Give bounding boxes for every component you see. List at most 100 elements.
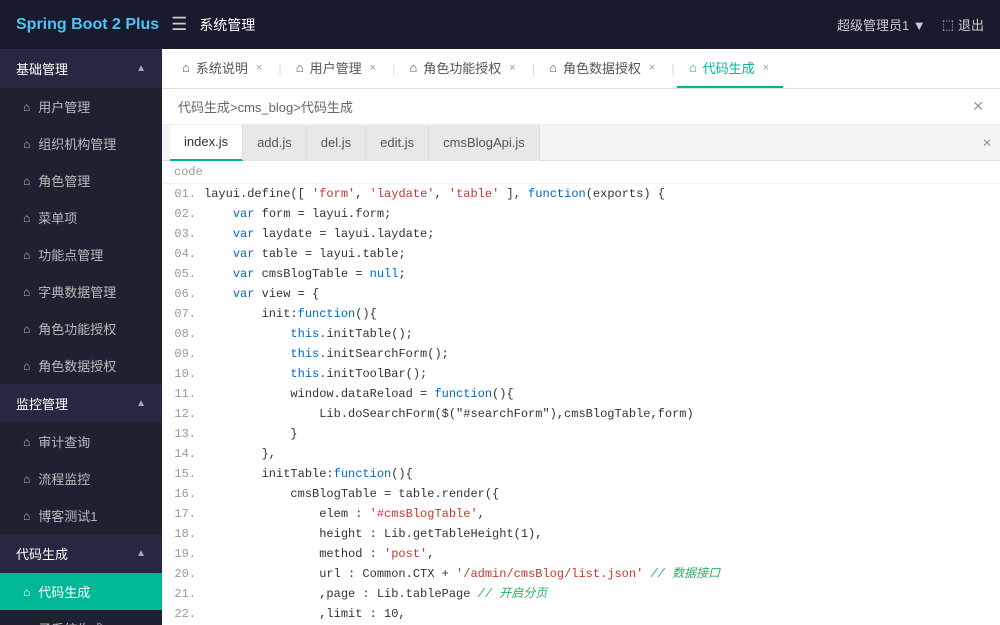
code-line: 06. var view = { <box>162 284 1000 304</box>
sidebar-item-flow-label: 流程监控 <box>38 469 90 488</box>
code-line: 11. window.dataReload = function(){ <box>162 384 1000 404</box>
house-icon: ⌂ <box>23 509 30 523</box>
line-number: 21. <box>162 585 204 603</box>
code-line: 16. cmsBlogTable = table.render({ <box>162 484 1000 504</box>
tab-role-data-icon: ⌂ <box>549 60 557 75</box>
sidebar-group-monitor[interactable]: 监控管理 ▲ <box>0 384 162 423</box>
sidebar-item-role-mgmt[interactable]: ⌂ 角色管理 <box>0 162 162 199</box>
tab-role-data[interactable]: ⌂ 角色数据授权 × <box>537 49 669 88</box>
topbar: Spring Boot 2 Plus ☰ 系统管理 超级管理员1 ▼ ⬚ 退出 <box>0 0 1000 49</box>
code-line: 17. elem : '#cmsBlogTable', <box>162 504 1000 524</box>
line-number: 11. <box>162 385 204 403</box>
line-number: 19. <box>162 545 204 563</box>
tab-role-perm[interactable]: ⌂ 角色功能授权 × <box>397 49 529 88</box>
sidebar-item-audit[interactable]: ⌂ 审计查询 <box>0 423 162 460</box>
tab-sep-4: | <box>671 61 674 76</box>
line-number: 18. <box>162 525 204 543</box>
tab-role-data-label: 角色数据授权 <box>563 58 641 77</box>
user-menu-button[interactable]: 超级管理员1 ▼ <box>837 15 926 34</box>
sidebar-item-org-mgmt[interactable]: ⌂ 组织机构管理 <box>0 125 162 162</box>
sidebar-item-user-mgmt-label: 用户管理 <box>38 97 90 116</box>
tab-codegen-close[interactable]: × <box>761 61 771 75</box>
file-tab-index[interactable]: index.js <box>170 125 243 161</box>
code-area[interactable]: code 01.layui.define([ 'form', 'laydate'… <box>162 161 1000 625</box>
file-tab-index-label: index.js <box>184 134 228 149</box>
tab-intro[interactable]: ⌂ 系统说明 × <box>170 49 276 88</box>
line-content: elem : '#cmsBlogTable', <box>204 505 485 523</box>
tab-intro-icon: ⌂ <box>182 60 190 75</box>
main-layout: 基础管理 ▲ ⌂ 用户管理 ⌂ 组织机构管理 ⌂ 角色管理 ⌂ 菜单项 ⌂ 功能… <box>0 49 1000 625</box>
tab-role-perm-close[interactable]: × <box>507 61 517 75</box>
tab-intro-close[interactable]: × <box>254 61 264 75</box>
sidebar-item-sub-sys-label: 子系统生成 <box>38 619 103 625</box>
breadcrumb: 代码生成>cms_blog>代码生成 <box>178 97 353 116</box>
file-tab-del[interactable]: del.js <box>307 125 366 161</box>
line-number: 20. <box>162 565 204 583</box>
sidebar-item-sub-sys[interactable]: ⌂ 子系统生成 <box>0 610 162 625</box>
breadcrumb-close-button[interactable]: ✕ <box>972 98 984 115</box>
tab-codegen[interactable]: ⌂ 代码生成 × <box>677 49 783 88</box>
code-line: 08. this.initTable(); <box>162 324 1000 344</box>
sidebar-item-code-gen[interactable]: ⌂ 代码生成 <box>0 573 162 610</box>
file-tab-add-label: add.js <box>257 135 292 150</box>
house-icon: ⌂ <box>23 435 30 449</box>
line-content: url : Common.CTX + '/admin/cmsBlog/list.… <box>204 565 720 583</box>
tab-role-data-close[interactable]: × <box>647 61 657 75</box>
file-tab-del-label: del.js <box>321 135 351 150</box>
line-content: this.initToolBar(); <box>204 365 427 383</box>
house-icon: ⌂ <box>23 137 30 151</box>
file-tab-api[interactable]: cmsBlogApi.js <box>429 125 540 161</box>
sidebar-item-role-mgmt-label: 角色管理 <box>38 171 90 190</box>
topbar-left: Spring Boot 2 Plus ☰ 系统管理 <box>16 14 255 35</box>
file-tab-edit[interactable]: edit.js <box>366 125 429 161</box>
file-tab-add[interactable]: add.js <box>243 125 307 161</box>
sidebar-item-org-mgmt-label: 组织机构管理 <box>38 134 116 153</box>
line-number: 13. <box>162 425 204 443</box>
line-number: 05. <box>162 265 204 283</box>
sidebar-group-basic[interactable]: 基础管理 ▲ <box>0 49 162 88</box>
sidebar-item-func-mgmt-label: 功能点管理 <box>38 245 103 264</box>
sidebar-item-flow[interactable]: ⌂ 流程监控 <box>0 460 162 497</box>
sidebar-item-role-perm[interactable]: ⌂ 角色功能授权 <box>0 310 162 347</box>
line-content: this.initSearchForm(); <box>204 345 449 363</box>
file-tabs-close-button[interactable]: ✕ <box>982 136 992 150</box>
sidebar-item-blog-test[interactable]: ⌂ 博客测试1 <box>0 497 162 534</box>
code-lines-container: 01.layui.define([ 'form', 'laydate', 'ta… <box>162 184 1000 625</box>
code-line: 18. height : Lib.getTableHeight(1), <box>162 524 1000 544</box>
line-content: method : 'post', <box>204 545 434 563</box>
tab-user-icon: ⌂ <box>296 60 304 75</box>
file-tab-edit-label: edit.js <box>380 135 414 150</box>
code-header-label: code <box>162 161 1000 184</box>
code-line: 21. ,page : Lib.tablePage // 开启分页 <box>162 584 1000 604</box>
line-content: init:function(){ <box>204 305 377 323</box>
code-line: 10. this.initToolBar(); <box>162 364 1000 384</box>
sidebar-item-user-mgmt[interactable]: ⌂ 用户管理 <box>0 88 162 125</box>
sidebar-group-monitor-label: 监控管理 <box>16 394 68 413</box>
sidebar-item-role-data-label: 角色数据授权 <box>38 356 116 375</box>
logout-button[interactable]: ⬚ 退出 <box>942 15 984 34</box>
sidebar-group-codegen[interactable]: 代码生成 ▲ <box>0 534 162 573</box>
sidebar-group-monitor-arrow: ▲ <box>136 398 146 409</box>
sidebar-item-dict-mgmt-label: 字典数据管理 <box>38 282 116 301</box>
sidebar-item-menu-mgmt[interactable]: ⌂ 菜单项 <box>0 199 162 236</box>
sidebar-item-code-gen-label: 代码生成 <box>38 582 90 601</box>
sidebar-item-role-data[interactable]: ⌂ 角色数据授权 <box>0 347 162 384</box>
sidebar-item-role-perm-label: 角色功能授权 <box>38 319 116 338</box>
line-content: } <box>204 425 298 443</box>
app-title: Spring Boot 2 Plus <box>16 16 159 34</box>
sidebar-item-func-mgmt[interactable]: ⌂ 功能点管理 <box>0 236 162 273</box>
house-icon: ⌂ <box>23 174 30 188</box>
sidebar-item-dict-mgmt[interactable]: ⌂ 字典数据管理 <box>0 273 162 310</box>
code-line: 09. this.initSearchForm(); <box>162 344 1000 364</box>
topbar-right: 超级管理员1 ▼ ⬚ 退出 <box>837 15 984 34</box>
file-tabs-bar: index.js add.js del.js edit.js cmsBlogAp… <box>162 125 1000 161</box>
tab-user[interactable]: ⌂ 用户管理 × <box>284 49 390 88</box>
menu-toggle-button[interactable]: ☰ <box>171 14 187 35</box>
line-content: var laydate = layui.laydate; <box>204 225 434 243</box>
tab-intro-label: 系统说明 <box>196 58 248 77</box>
line-content: }, <box>204 445 276 463</box>
house-icon: ⌂ <box>23 285 30 299</box>
tab-user-close[interactable]: × <box>368 61 378 75</box>
house-icon: ⌂ <box>23 622 30 625</box>
line-content: this.initTable(); <box>204 325 413 343</box>
